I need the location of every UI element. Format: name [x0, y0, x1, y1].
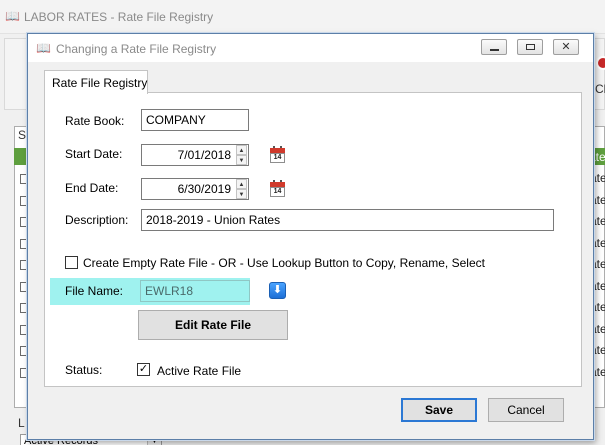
save-label: Save — [424, 403, 454, 417]
end-date-label: End Date: — [65, 181, 119, 195]
dialog-titlebar: 📖 Changing a Rate File Registry ✕ — [28, 34, 593, 62]
edit-rate-file-button[interactable]: Edit Rate File — [138, 310, 288, 340]
end-date-value: 6/30/2019 — [177, 182, 231, 196]
create-empty-label[interactable]: Create Empty Rate File - OR - Use Lookup… — [83, 256, 485, 270]
edit-rate-file-label: Edit Rate File — [174, 318, 251, 332]
file-name-label: File Name: — [65, 284, 124, 298]
description-label: Description: — [65, 213, 129, 227]
start-date-value: 7/01/2018 — [177, 148, 231, 162]
spinner-up-icon[interactable]: ▲ — [236, 145, 247, 155]
tab-panel — [44, 92, 582, 387]
tab-rate-file-registry[interactable]: Rate File Registry — [44, 70, 148, 94]
rate-book-label: Rate Book: — [65, 114, 125, 128]
start-date-input[interactable]: 7/01/2018 ▲ ▼ — [141, 144, 249, 166]
spinner-down-icon[interactable]: ▼ — [236, 189, 247, 199]
checkmark-icon: ✓ — [138, 363, 149, 375]
start-date-spinner[interactable]: ▲ ▼ — [236, 145, 247, 165]
background-grid-header: S — [18, 128, 27, 142]
cancel-label: Cancel — [507, 403, 545, 417]
create-empty-checkbox[interactable] — [65, 256, 78, 269]
end-date-input[interactable]: 6/30/2019 ▲ ▼ — [141, 178, 249, 200]
maximize-button[interactable] — [517, 39, 543, 55]
end-date-calendar-icon[interactable]: 14 — [270, 180, 285, 197]
spinner-down-icon[interactable]: ▼ — [236, 155, 247, 165]
start-date-label: Start Date: — [65, 147, 123, 161]
background-close-icon[interactable] — [596, 56, 605, 70]
arrow-down-icon: ⬇ — [272, 284, 283, 296]
background-window-title: LABOR RATES - Rate File Registry — [24, 10, 214, 24]
active-rate-file-label[interactable]: Active Rate File — [157, 364, 241, 378]
cancel-button[interactable]: Cancel — [488, 398, 564, 422]
end-date-spinner[interactable]: ▲ ▼ — [236, 179, 247, 199]
minimize-icon — [490, 49, 499, 51]
save-button[interactable]: Save — [401, 398, 477, 422]
background-bottom-label: L — [18, 416, 25, 430]
rate-book-input[interactable]: COMPANY — [141, 109, 249, 131]
dialog-title: Changing a Rate File Registry — [56, 42, 217, 56]
maximize-icon — [526, 44, 535, 50]
spinner-up-icon[interactable]: ▲ — [236, 179, 247, 189]
minimize-button[interactable] — [481, 39, 507, 55]
description-input[interactable]: 2018-2019 - Union Rates — [141, 209, 554, 231]
active-rate-file-checkbox[interactable]: ✓ — [137, 363, 150, 376]
close-icon: ✕ — [561, 41, 571, 53]
status-label: Status: — [65, 363, 103, 377]
background-titlebar: 📖 LABOR RATES - Rate File Registry — [0, 0, 605, 34]
close-button[interactable]: ✕ — [553, 39, 579, 55]
book-icon: 📖 — [36, 41, 51, 55]
book-icon: 📖 — [5, 9, 20, 23]
background-close-label[interactable]: Cl — [595, 82, 605, 96]
file-name-input[interactable]: EWLR18 — [140, 280, 250, 302]
lookup-button[interactable]: ⬇ — [269, 282, 286, 299]
rate-file-registry-dialog: 📖 Changing a Rate File Registry ✕ Rate F… — [27, 33, 594, 440]
start-date-calendar-icon[interactable]: 14 — [270, 146, 285, 163]
